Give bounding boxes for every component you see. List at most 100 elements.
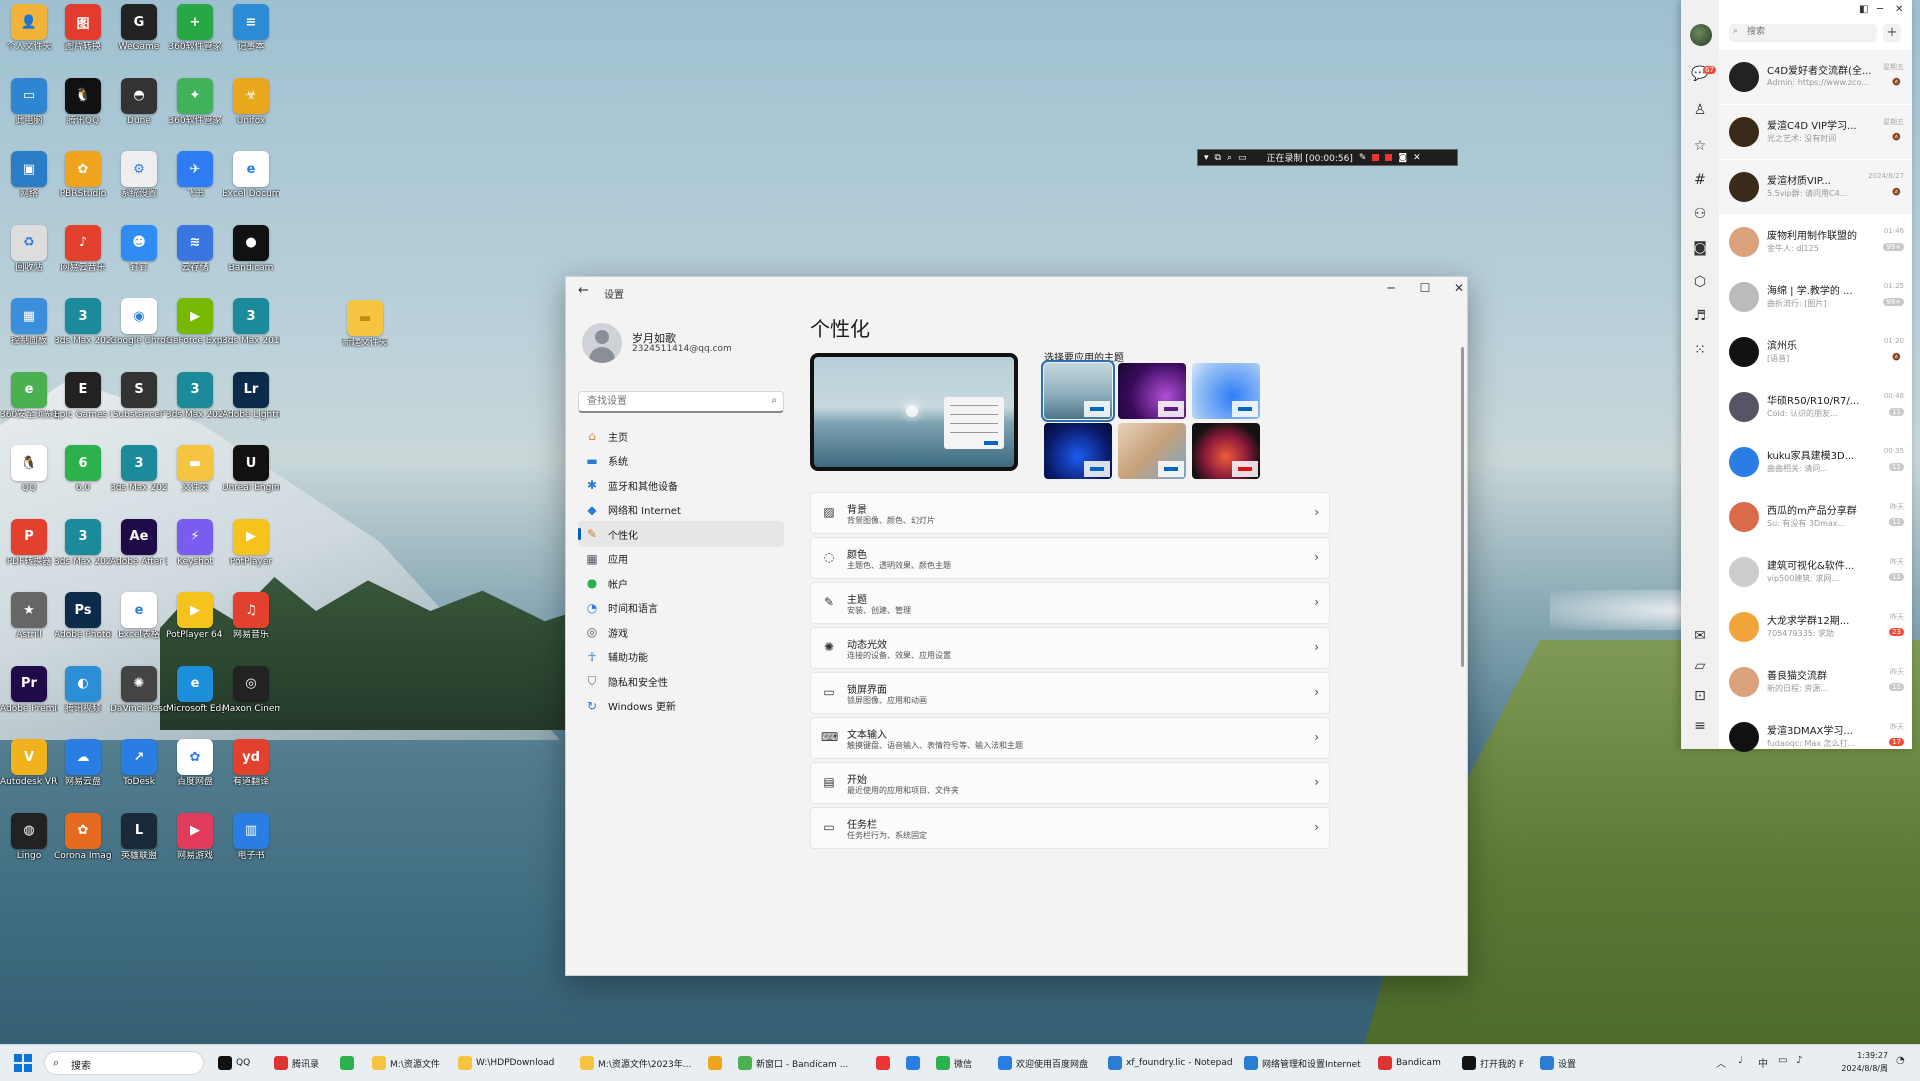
- ime-icon[interactable]: 中: [1758, 1055, 1768, 1070]
- desktop-icon[interactable]: ♪ 网易云音乐: [54, 224, 112, 274]
- settings-row[interactable]: ▨ 背景 背景图像、颜色、幻灯片 ›: [810, 492, 1330, 534]
- volume-icon[interactable]: ♪: [1796, 1055, 1802, 1066]
- qq-avatar[interactable]: [1690, 24, 1712, 46]
- desktop-icon[interactable]: ◓ Dune: [110, 77, 168, 127]
- settings-row[interactable]: ▭ 任务栏 任务栏行为、系统固定 ›: [810, 807, 1330, 849]
- nav-item[interactable]: ⌂ 主页: [578, 423, 784, 449]
- desktop-icon[interactable]: ◉ Google Chrome: [110, 298, 168, 347]
- desktop-icon[interactable]: ▶ GeForce Experience: [166, 298, 224, 347]
- desktop-icon[interactable]: ♫ 网易音乐: [222, 592, 280, 641]
- desktop-icon[interactable]: ▭ 此电脑: [0, 77, 58, 127]
- folder-icon[interactable]: ▱: [1691, 658, 1709, 674]
- taskbar-item[interactable]: 欢迎使用百度网盘: [998, 1053, 1088, 1073]
- desktop-icon[interactable]: ★ Astrill: [0, 592, 58, 641]
- desktop-icon[interactable]: ◎Maxon Cinema 4D: [222, 665, 280, 715]
- desktop-icon[interactable]: +360软件管家: [166, 4, 224, 53]
- chat-item[interactable]: kuku家具建模3D... 曲曲相关: 请问... 00:35 11: [1719, 435, 1912, 489]
- nav-item[interactable]: ☥ 辅助功能: [578, 644, 784, 670]
- desktop-icon[interactable]: S SubstanceP: [110, 371, 168, 421]
- desktop-icon[interactable]: e Excel表格: [110, 592, 168, 641]
- theme-thumbnail[interactable]: [1041, 360, 1115, 422]
- dropdown-icon[interactable]: ▾: [1204, 153, 1209, 163]
- chat-item[interactable]: 善良猫交流群 新的日程: 资源... 昨天 11: [1719, 655, 1912, 709]
- taskbar-item[interactable]: M:\资源文件\2023年...: [580, 1053, 691, 1073]
- theme-thumbnail[interactable]: [1118, 423, 1186, 479]
- desktop-icon[interactable]: 👤 个人文件夹: [0, 4, 58, 53]
- desktop-icon[interactable]: ♻ 回收站: [0, 224, 58, 274]
- taskbar-search[interactable]: ⌕ 搜索: [44, 1051, 204, 1075]
- chat-item[interactable]: 西瓜的m产品分享群 Su: 有没有 3Dmax... 昨天 11: [1719, 490, 1912, 544]
- theme-thumbnail[interactable]: [1118, 363, 1186, 419]
- mic-icon[interactable]: ♩: [1738, 1055, 1743, 1066]
- close-icon[interactable]: ✕: [1413, 153, 1421, 163]
- theme-thumbnail[interactable]: [1044, 423, 1112, 479]
- taskbar-item[interactable]: 微信: [936, 1053, 972, 1073]
- desktop-icon[interactable]: ☻ 钉钉: [110, 224, 168, 274]
- desktop-icon[interactable]: AeAdobe After Effects 2022: [110, 518, 168, 568]
- music-icon[interactable]: ♬: [1691, 308, 1709, 324]
- desktop-icon[interactable]: ▶ PotPlayer: [222, 518, 280, 568]
- desktop-icon[interactable]: U Unreal Engine: [222, 445, 280, 494]
- camera-icon[interactable]: ◙: [1398, 153, 1407, 163]
- desktop-icon[interactable]: ◐ 腾讯视频: [54, 665, 112, 715]
- zoom-icon[interactable]: ⌕: [1227, 153, 1232, 163]
- nav-item[interactable]: ▬ 系统: [578, 448, 784, 474]
- desktop-icon[interactable]: L 英雄联盟: [110, 812, 168, 862]
- desktop-icon[interactable]: 3 3ds Max 2021: [110, 445, 168, 494]
- channel-icon[interactable]: #: [1691, 172, 1709, 188]
- nav-item[interactable]: ◔ 时间和语言: [578, 595, 784, 621]
- settings-row[interactable]: ▤ 开始 最近使用的应用和项目、文件夹 ›: [810, 762, 1330, 804]
- nav-item[interactable]: ● 帐户: [578, 570, 784, 596]
- desktop-icon[interactable]: 3 3ds Max 2021: [54, 518, 112, 568]
- taskbar-item[interactable]: W:\HDPDownload: [458, 1053, 554, 1073]
- desktop-icon[interactable]: e 360安全浏览器: [0, 371, 58, 421]
- desktop-icon[interactable]: ✿ 百度网盘: [166, 739, 224, 788]
- desktop-icon[interactable]: ≡ 记事本: [222, 4, 280, 53]
- contacts-icon[interactable]: ♙: [1691, 102, 1709, 118]
- minimize-button[interactable]: ─: [1877, 4, 1883, 15]
- theme-thumbnail[interactable]: [1192, 423, 1260, 479]
- desktop-folder[interactable]: ▬ 新建文件夹: [336, 300, 394, 349]
- chat-item[interactable]: 大龙求学群12期... 705479335: 求助 昨天 23: [1719, 600, 1912, 654]
- star-icon[interactable]: ☆: [1691, 138, 1709, 154]
- settings-search-input[interactable]: [585, 395, 759, 408]
- chat-item[interactable]: 爱渲3DMAX学习... fudaoqc: Max 怎么打... 昨天 17: [1719, 710, 1912, 764]
- nav-item[interactable]: ✱ 蓝牙和其他设备: [578, 472, 784, 498]
- desktop-icon[interactable]: 3 3ds Max 2020: [54, 298, 112, 347]
- taskbar-item[interactable]: [340, 1053, 354, 1073]
- taskbar-item[interactable]: M:\资源文件: [372, 1053, 440, 1073]
- taskbar-item[interactable]: 新窗口 - Bandicam ...: [738, 1053, 848, 1073]
- video-icon[interactable]: ◙: [1691, 240, 1709, 256]
- chat-item[interactable]: C4D爱好者交流群(全... Admin: https://www.zco... 星…: [1719, 50, 1912, 104]
- desktop-icon[interactable]: ☁ 网易云盘: [54, 739, 112, 788]
- desktop-icon[interactable]: Ps Adobe Photoshop: [54, 592, 112, 641]
- taskbar-item[interactable]: 网络管理和设置Internet: [1244, 1053, 1361, 1073]
- chat-item[interactable]: 废物利用制作联盟的 金牛人: dl125 01:46 99+: [1719, 215, 1912, 269]
- settings-row[interactable]: ▭ 锁屏界面 锁屏图像、应用和动画 ›: [810, 672, 1330, 714]
- taskbar-item[interactable]: QQ: [218, 1053, 250, 1073]
- dice-icon[interactable]: ⬡: [1691, 274, 1709, 290]
- menu-icon[interactable]: ≡: [1691, 718, 1709, 734]
- nav-item[interactable]: ⛉ 隐私和安全性: [578, 668, 784, 694]
- maximize-button[interactable]: ☐: [1410, 281, 1440, 295]
- back-arrow-icon[interactable]: ←: [578, 283, 589, 298]
- desktop-icon[interactable]: ⚙ 系统设置: [110, 151, 168, 200]
- taskbar-item[interactable]: 打开我的 F: [1462, 1053, 1524, 1073]
- desktop-icon[interactable]: ▣ 网络: [0, 151, 58, 200]
- taskbar-item[interactable]: [906, 1053, 920, 1073]
- system-clock[interactable]: 1:39:27 2024/8/8/周: [1828, 1049, 1888, 1075]
- region-icon[interactable]: ▭: [1238, 153, 1247, 163]
- desktop-icon[interactable]: V Autodesk VRED: [0, 739, 58, 788]
- desktop-icon[interactable]: PrAdobe Premiere: [0, 665, 58, 715]
- nav-item[interactable]: ✎ 个性化: [578, 521, 784, 547]
- theme-thumbnail[interactable]: [1192, 363, 1260, 419]
- close-button[interactable]: ✕: [1444, 281, 1467, 295]
- taskbar-item[interactable]: [876, 1053, 890, 1073]
- close-button[interactable]: ✕: [1895, 4, 1903, 15]
- desktop-icon[interactable]: yd 有道翻译: [222, 739, 280, 788]
- desktop-icon[interactable]: ⚡ Keyshot: [166, 518, 224, 568]
- desktop-icon[interactable]: LrAdobe Lightroom: [222, 371, 280, 421]
- desktop-icon[interactable]: e Excel Document: [222, 151, 280, 200]
- pen-icon[interactable]: ✎: [1359, 153, 1367, 163]
- apps-icon[interactable]: ⁙: [1691, 342, 1709, 358]
